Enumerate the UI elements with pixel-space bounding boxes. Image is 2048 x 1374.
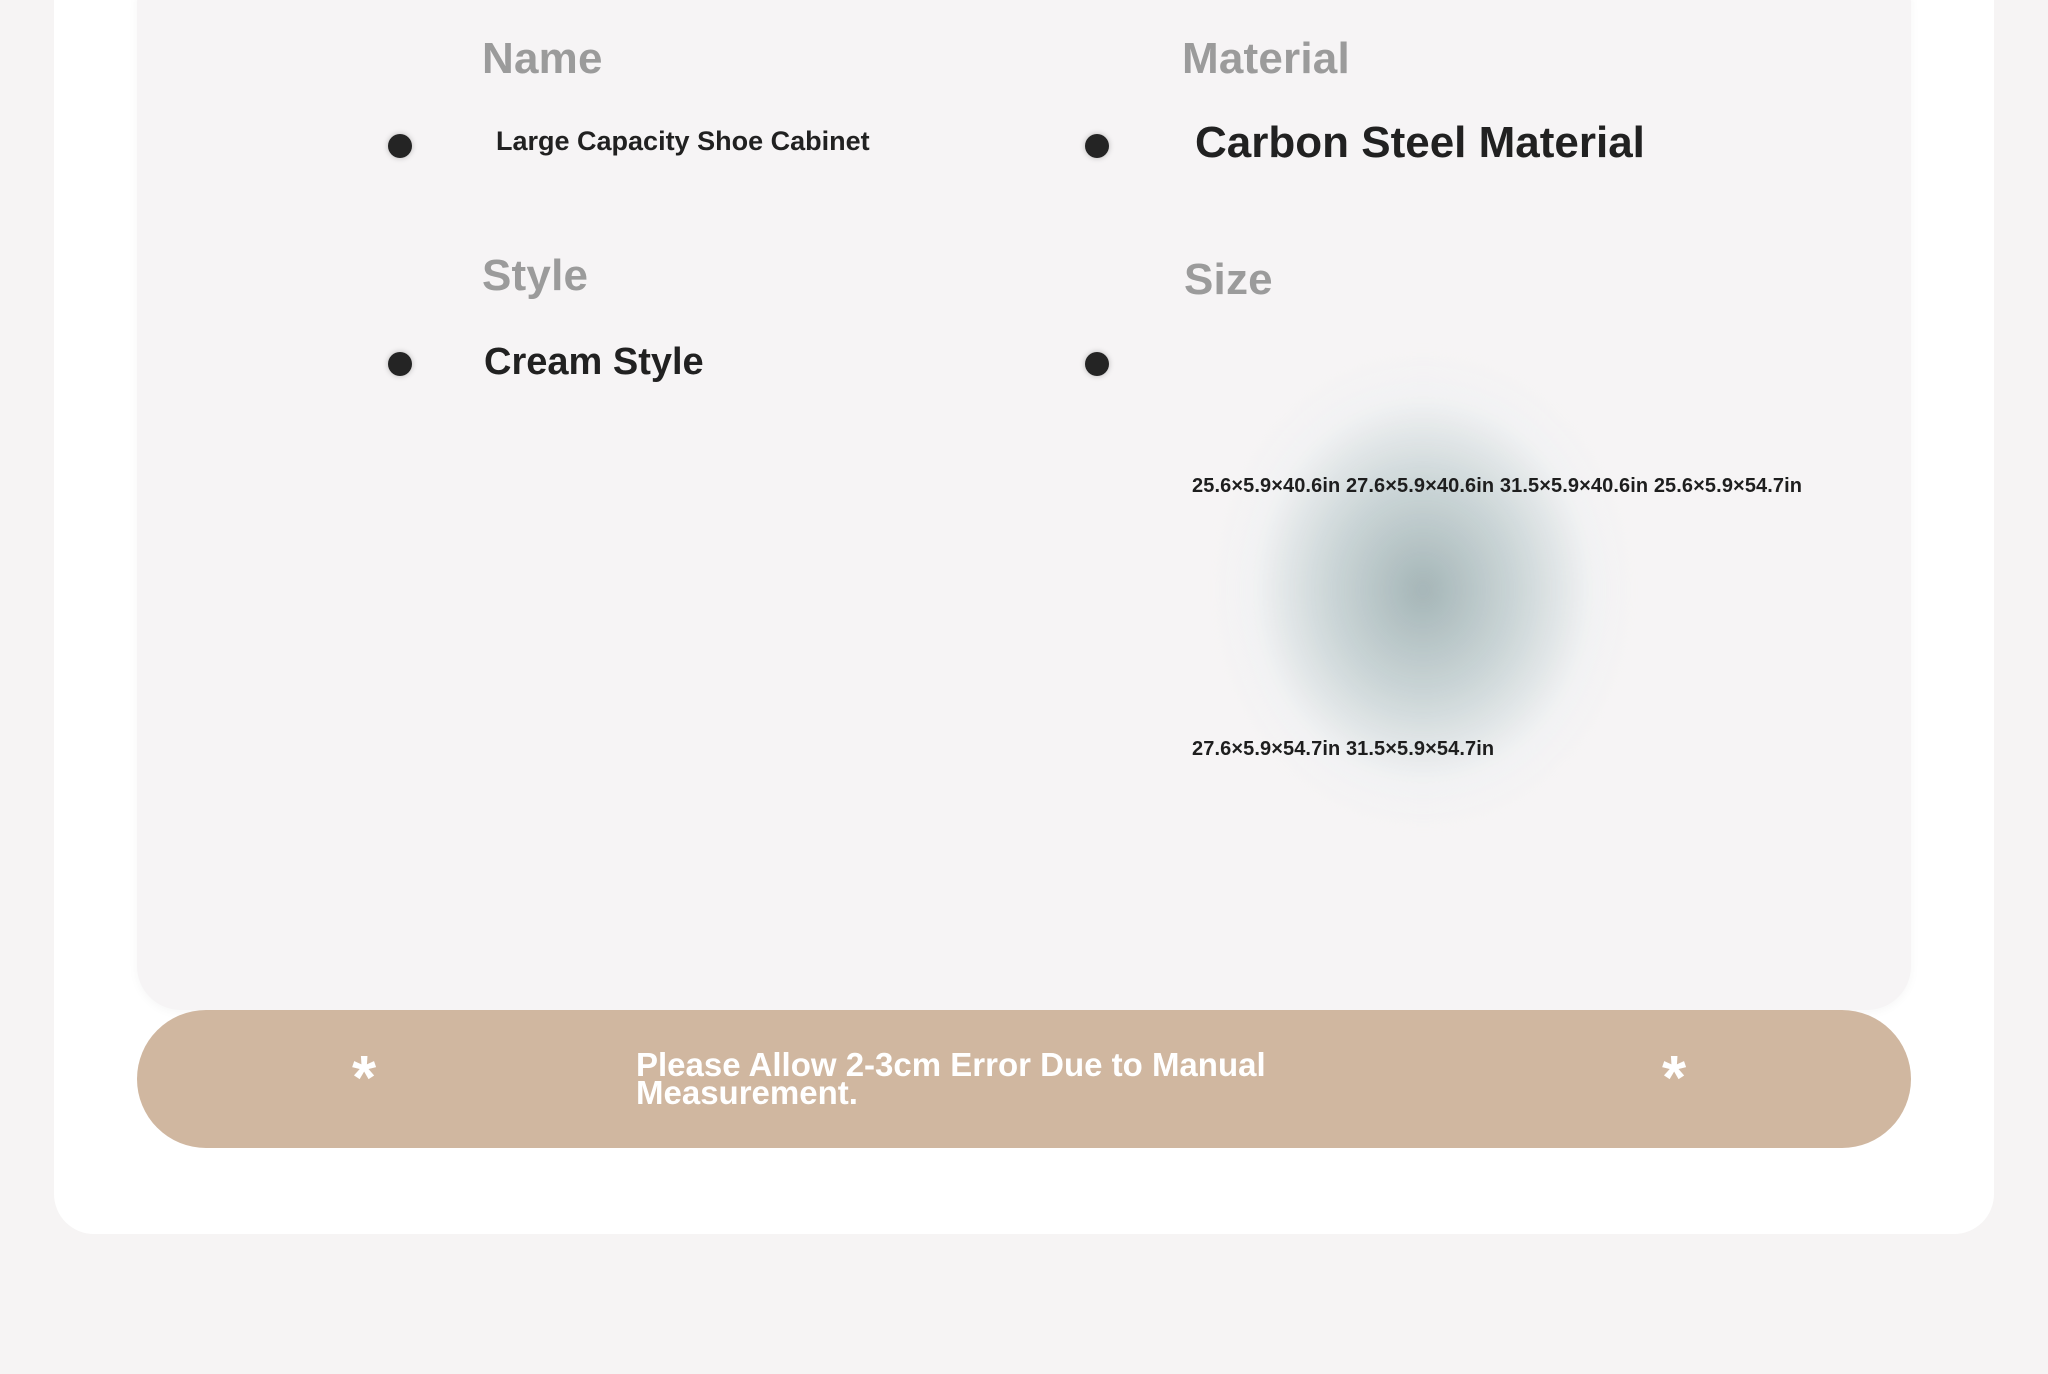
size-options-line-2: 27.6×5.9×54.7in 31.5×5.9×54.7in: [1192, 738, 1495, 760]
material-label: Material: [1182, 34, 1350, 83]
asterisk-icon-right: *: [1662, 1044, 1687, 1113]
size-label: Size: [1184, 255, 1273, 304]
name-label: Name: [482, 34, 603, 83]
material-value: Carbon Steel Material: [1195, 118, 1645, 167]
name-bullet-icon: [388, 134, 412, 158]
style-label: Style: [482, 251, 589, 300]
size-options-line-1: 25.6×5.9×40.6in 27.6×5.9×40.6in 31.5×5.9…: [1192, 475, 1803, 497]
style-bullet-icon: [388, 352, 412, 376]
asterisk-icon-left: *: [352, 1044, 377, 1113]
style-value: Cream Style: [484, 341, 704, 383]
material-bullet-icon: [1085, 134, 1109, 158]
name-value: Large Capacity Shoe Cabinet: [496, 126, 870, 156]
notice-text: Please Allow 2-3cm Error Due to Manual M…: [636, 1046, 1266, 1111]
size-bullet-icon: [1085, 352, 1109, 376]
